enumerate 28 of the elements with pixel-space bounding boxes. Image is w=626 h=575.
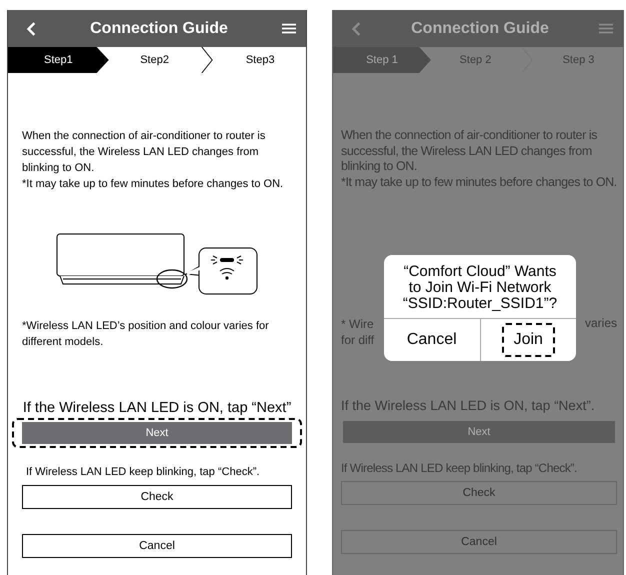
chevron-icon	[520, 47, 534, 73]
dialog-message: to Join Wi-Fi Network	[408, 280, 552, 296]
dialog-cancel-button[interactable]: Cancel	[394, 323, 469, 357]
hint-text: If Wireless LAN LED keep blinking, tap “Check”.	[341, 461, 578, 475]
instruction-text: When the connection of air-conditioner to router is successful, the Wireless LAN LED changes from blinking to ON.	[22, 129, 266, 176]
cancel-button[interactable]: Cancel	[22, 534, 292, 558]
instruction-text: *It may take up to few minutes before changes to ON.	[341, 174, 617, 190]
step-tab[interactable]: Step3	[214, 47, 306, 73]
step-tab[interactable]: Step 1	[333, 47, 431, 73]
instruction-text: *It may take up to few minutes before changes to ON.	[22, 177, 284, 192]
note-text: * Wire	[341, 316, 374, 332]
screen-title: Connection Guide	[411, 20, 549, 38]
check-button[interactable]: Check	[22, 485, 292, 509]
dialog-message: “Comfort Cloud” Wants	[404, 264, 556, 280]
next-button[interactable]: Next	[22, 422, 292, 444]
screen-title: Connection Guide	[90, 20, 228, 38]
step-tab[interactable]: Step1	[8, 47, 109, 73]
note-text: for diff	[341, 332, 374, 348]
hint-text: If the Wireless LAN LED is ON, tap “Next”.	[341, 398, 596, 413]
note-text: *Wireless LAN LED’s position and colour varies for different models.	[22, 319, 270, 350]
step-tab[interactable]: Step2	[108, 47, 200, 73]
note-text: varies	[584, 316, 617, 332]
chevron-icon	[200, 47, 214, 73]
hint-text: If Wireless LAN LED keep blinking, tap “Check”.	[26, 466, 261, 478]
instruction-text: When the connection of air-conditioner to router is successful, the Wireless LAN LED changes from blinking to ON.	[341, 128, 598, 174]
dialog-message: “SSID:Router_SSID1”?	[402, 296, 558, 312]
hint-text: If the Wireless LAN LED is ON, tap “Next”	[22, 400, 292, 416]
join-button[interactable]: Join	[502, 323, 555, 357]
